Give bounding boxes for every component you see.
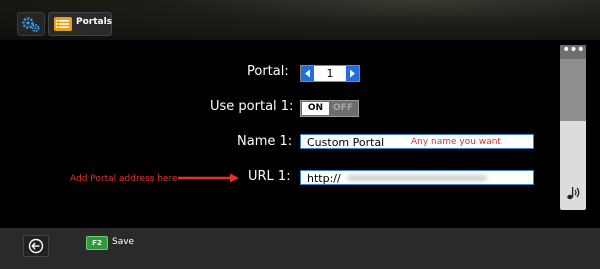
url-label: URL 1: <box>248 169 291 184</box>
name-annotation: Any name you want <box>411 137 501 147</box>
url-field[interactable]: http:// <box>300 170 534 185</box>
back-icon <box>28 238 44 254</box>
bottom-bar: F2 Save <box>0 228 600 269</box>
arrow-left-icon <box>305 69 310 78</box>
toggle-off-label: OFF <box>333 103 353 113</box>
scroll-more-button[interactable]: ••• <box>560 42 586 59</box>
list-icon <box>54 17 72 31</box>
tab-portals[interactable]: Portals <box>48 12 112 36</box>
spinner-increment-button[interactable] <box>346 66 359 81</box>
scrollbar-thumb[interactable] <box>560 59 586 121</box>
toggle-on-label: ON <box>302 102 329 115</box>
portal-number-spinner[interactable]: 1 <box>300 65 360 82</box>
back-button[interactable] <box>23 235 49 257</box>
name-field-value: Custom Portal <box>307 136 385 149</box>
portal-number-value: 1 <box>326 67 334 80</box>
url-field-value: http:// <box>307 172 341 185</box>
use-portal-toggle[interactable]: ON OFF <box>300 100 359 117</box>
settings-button[interactable] <box>17 12 45 36</box>
url-annotation: Add Portal address here <box>70 174 178 184</box>
url-blurred-text <box>347 175 487 181</box>
save-hotkey-badge: F2 <box>86 236 108 250</box>
arrow-right-icon <box>350 69 355 78</box>
red-arrow-icon <box>178 173 239 183</box>
spinner-decrement-button[interactable] <box>301 66 314 81</box>
ellipsis-icon: ••• <box>562 42 585 58</box>
gears-icon <box>22 17 40 32</box>
tab-portals-label: Portals <box>76 17 113 27</box>
name-label: Name 1: <box>237 134 293 149</box>
use-portal-label: Use portal 1: <box>210 99 294 114</box>
portal-label: Portal: <box>247 64 289 79</box>
top-bar: Portals <box>0 0 600 40</box>
sound-icon[interactable] <box>565 183 581 201</box>
save-button[interactable]: Save <box>112 237 134 247</box>
